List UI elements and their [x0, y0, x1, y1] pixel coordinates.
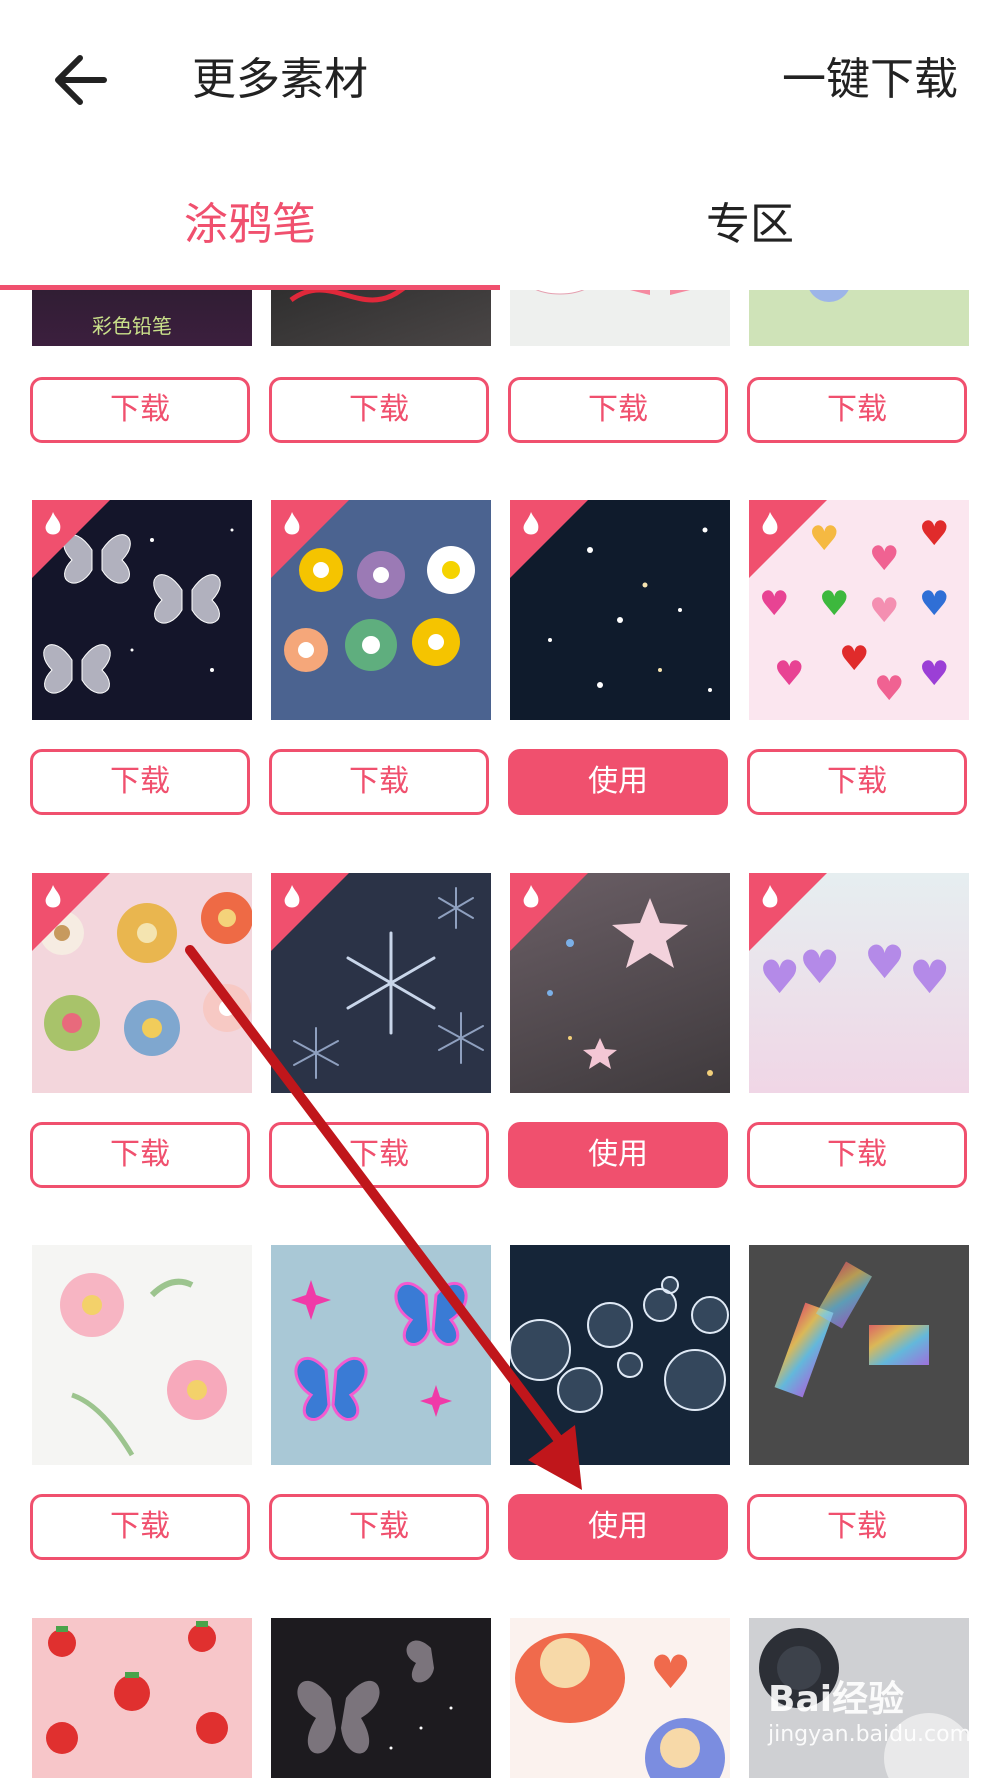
svg-text:♥: ♥ [759, 950, 800, 1004]
material-thumb-knit-flowers[interactable] [32, 873, 252, 1093]
material-thumb-butterflies-white[interactable] [32, 500, 252, 720]
svg-text:♥: ♥ [759, 584, 789, 624]
download-button[interactable]: 下载 [508, 377, 728, 443]
download-button[interactable]: 下载 [747, 1122, 967, 1188]
material-thumb-neon-butterflies[interactable] [271, 1245, 491, 1465]
tab-bar: 涂鸦笔 专区 [0, 160, 1000, 290]
download-button[interactable]: 下载 [30, 377, 250, 443]
material-thumb-flowers-colorful[interactable] [271, 500, 491, 720]
tab-zone[interactable]: 专区 [500, 160, 1000, 290]
material-thumb-bubbles[interactable] [510, 1245, 730, 1465]
watermark-url: jingyan.baidu.com [768, 1722, 972, 1747]
download-button[interactable]: 下载 [30, 749, 250, 815]
watermark: Bai经验 jingyan.baidu.com [768, 1670, 971, 1747]
bunny-stickers-art: ♥ [515, 1633, 725, 1778]
material-thumb-strawberries[interactable] [32, 1618, 252, 1778]
svg-text:♥: ♥ [869, 591, 899, 631]
download-all-button[interactable]: 一键下载 [782, 50, 958, 110]
rainbow-light-art [774, 1261, 929, 1398]
material-thumb-hearts[interactable]: ♥ ♥ ♥ ♥ ♥ ♥ ♥ ♥ ♥ ♥ ♥ [749, 500, 969, 720]
svg-text:♥: ♥ [650, 1645, 691, 1699]
flame-icon [284, 512, 300, 535]
svg-text:♥: ♥ [864, 935, 905, 989]
flame-icon [762, 512, 778, 535]
app-header: 更多素材 一键下载 [0, 0, 1000, 160]
page-title: 更多素材 [192, 54, 368, 105]
download-button[interactable]: 下载 [30, 1122, 250, 1188]
watercolor-flowers-art [60, 1273, 227, 1457]
material-thumb-shooting-stars[interactable] [510, 873, 730, 1093]
svg-text:♥: ♥ [869, 539, 899, 579]
use-button[interactable]: 使用 [508, 1494, 728, 1560]
flame-icon [523, 512, 539, 535]
active-tab-indicator [0, 285, 500, 290]
download-button[interactable]: 下载 [747, 749, 967, 815]
svg-text:♥: ♥ [919, 514, 949, 554]
back-arrow-icon[interactable] [44, 48, 114, 112]
material-thumb-rainbow-light[interactable] [749, 1245, 969, 1465]
svg-text:♥: ♥ [839, 639, 869, 679]
download-button[interactable]: 下载 [269, 377, 489, 443]
tab-graffiti-pen[interactable]: 涂鸦笔 [0, 160, 500, 290]
material-thumb-dark-butterflies[interactable] [271, 1618, 491, 1778]
watermark-brand: Bai经验 [768, 1679, 905, 1720]
material-thumb-bunny-stickers[interactable]: ♥ [510, 1618, 730, 1778]
strawberries-art [46, 1621, 228, 1754]
neon-butterflies-art [291, 1280, 468, 1421]
download-button[interactable]: 下载 [269, 749, 489, 815]
download-button[interactable]: 下载 [747, 1494, 967, 1560]
material-thumb-pink-watercolor[interactable] [32, 1245, 252, 1465]
use-button[interactable]: 使用 [508, 749, 728, 815]
svg-text:♥: ♥ [774, 654, 804, 694]
svg-text:♥: ♥ [909, 950, 950, 1004]
download-button[interactable]: 下载 [269, 1494, 489, 1560]
svg-text:♥: ♥ [919, 584, 949, 624]
use-button[interactable]: 使用 [508, 1122, 728, 1188]
svg-text:♥: ♥ [919, 654, 949, 694]
flame-icon [762, 885, 778, 908]
download-button[interactable]: 下载 [269, 1122, 489, 1188]
svg-text:♥: ♥ [874, 669, 904, 709]
material-thumb-snowflakes[interactable] [271, 873, 491, 1093]
thumb-caption: 彩色铅笔 [92, 314, 172, 338]
dark-butterflies-art [297, 1640, 453, 1754]
material-thumb-starry-sky[interactable] [510, 500, 730, 720]
download-button[interactable]: 下载 [747, 377, 967, 443]
flame-icon [284, 885, 300, 908]
flame-icon [45, 885, 61, 908]
bubbles-art [510, 1276, 729, 1413]
download-button[interactable]: 下载 [30, 1494, 250, 1560]
flame-icon [523, 885, 539, 908]
flame-icon [45, 512, 61, 535]
svg-text:♥: ♥ [819, 584, 849, 624]
material-thumb-purple-hearts[interactable]: ♥ ♥ ♥ ♥ [749, 873, 969, 1093]
